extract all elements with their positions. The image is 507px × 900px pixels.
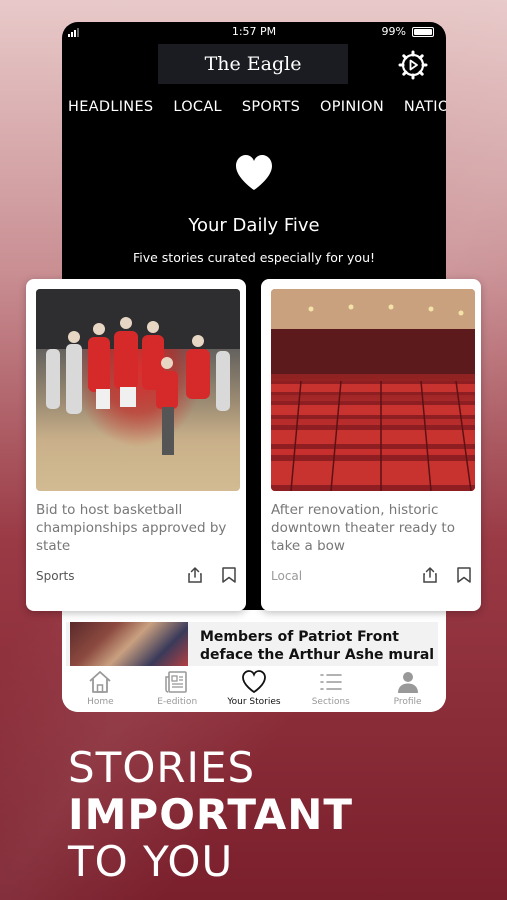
nav-tab-local[interactable]: LOCAL: [173, 99, 222, 115]
section-nav: HEADLINES LOCAL SPORTS OPINION NATION: [68, 99, 446, 115]
home-icon: [89, 671, 111, 693]
daily-five-subtitle: Five stories curated especially for you!: [132, 250, 376, 265]
tab-profile-label: Profile: [393, 697, 422, 707]
share-icon[interactable]: [421, 566, 439, 584]
bookmark-icon[interactable]: [455, 566, 473, 584]
nav-tab-sports[interactable]: SPORTS: [242, 99, 300, 115]
story-headline: After renovation, historic downtown thea…: [271, 502, 455, 554]
bottom-tab-bar: Home E-edition Your Stories Sections Pro…: [62, 666, 446, 712]
tab-e-edition-label: E-edition: [157, 697, 198, 707]
heart-icon: [236, 155, 272, 190]
gear-icon[interactable]: [398, 50, 428, 80]
story-actions: [421, 566, 473, 584]
tagline-line-3: TO YOU: [68, 837, 234, 886]
tab-home[interactable]: Home: [62, 666, 139, 712]
status-bar: 1:57 PM 99%: [62, 22, 446, 42]
story-image: [271, 289, 475, 491]
story-headline: Bid to host basketball championships app…: [36, 502, 227, 554]
bookmark-icon[interactable]: [220, 566, 238, 584]
article-title: Members of Patriot Front deface the Arth…: [200, 629, 435, 668]
tagline-line-2: IMPORTANT: [68, 790, 354, 839]
daily-five-title: Your Daily Five: [188, 215, 320, 236]
newspaper-icon: [165, 671, 187, 693]
nav-tab-opinion[interactable]: OPINION: [320, 99, 384, 115]
story-actions: [186, 566, 238, 584]
article-preview[interactable]: Members of Patriot Front deface the Arth…: [66, 622, 438, 668]
nav-tab-headlines[interactable]: HEADLINES: [68, 99, 153, 115]
heart-outline-icon: [242, 670, 266, 694]
story-card[interactable]: After renovation, historic downtown thea…: [261, 279, 481, 611]
story-section-tag[interactable]: Sports: [36, 569, 74, 583]
battery-icon: [412, 27, 434, 37]
tab-home-label: Home: [87, 697, 114, 707]
share-icon[interactable]: [186, 566, 204, 584]
basketball-photo: [36, 289, 240, 455]
tab-e-edition[interactable]: E-edition: [139, 666, 216, 712]
tab-sections-label: Sections: [311, 697, 350, 707]
promo-tagline: STORIES IMPORTANT TO YOU: [68, 744, 353, 885]
person-icon: [397, 672, 418, 693]
story-card[interactable]: Bid to host basketball championships app…: [26, 279, 246, 611]
article-thumbnail: [70, 622, 188, 668]
battery-percent: 99%: [381, 25, 406, 38]
list-icon: [319, 674, 342, 690]
tab-your-stories-label: Your Stories: [227, 697, 281, 707]
theater-photo: [271, 289, 475, 491]
tab-profile[interactable]: Profile: [369, 666, 446, 712]
tab-sections[interactable]: Sections: [292, 666, 369, 712]
nav-tab-nation[interactable]: NATION: [404, 99, 446, 115]
story-section-tag[interactable]: Local: [271, 569, 302, 583]
tab-your-stories[interactable]: Your Stories: [216, 666, 293, 712]
tagline-line-1: STORIES: [68, 743, 256, 792]
masthead-title[interactable]: The Eagle: [158, 44, 348, 84]
story-image: [36, 289, 240, 491]
